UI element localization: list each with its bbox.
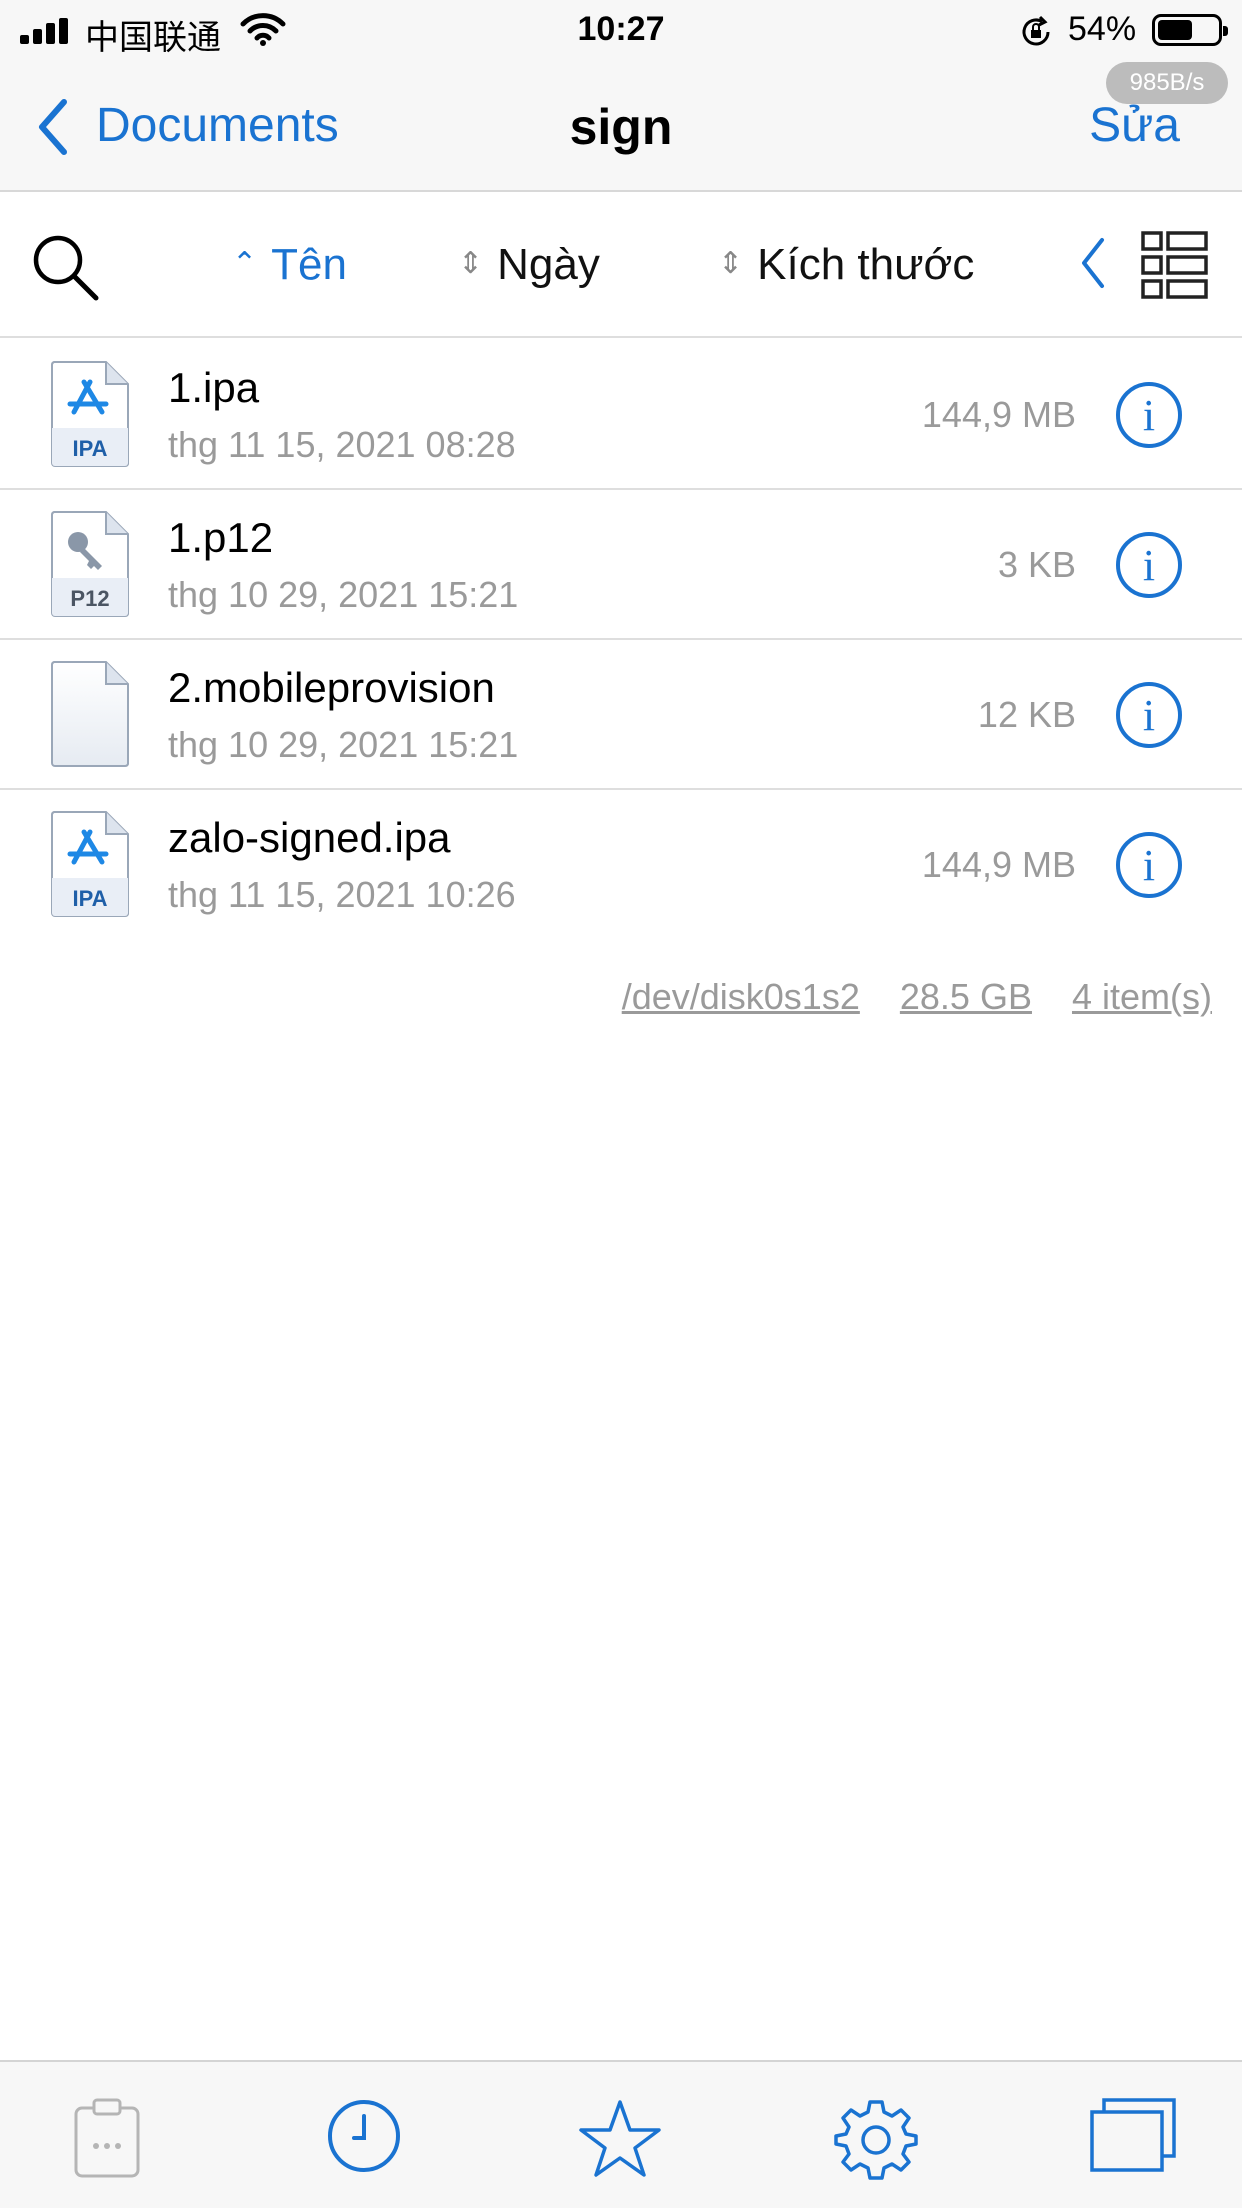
file-date: thg 11 15, 2021 08:28 xyxy=(168,424,516,465)
sort-date-label: Ngày xyxy=(497,240,600,289)
item-count-link[interactable]: 4 item(s) xyxy=(1072,976,1212,1017)
disk-path-link[interactable]: /dev/disk0s1s2 xyxy=(622,976,860,1017)
battery-icon xyxy=(1152,14,1228,46)
file-size: 12 KB xyxy=(977,694,1076,735)
windows-icon[interactable] xyxy=(1090,2098,1176,2172)
sort-unsorted-icon: ⇕ xyxy=(718,247,744,280)
clipboard-icon[interactable] xyxy=(72,2098,142,2180)
status-time: 10:27 xyxy=(577,10,665,48)
search-icon[interactable] xyxy=(30,232,102,304)
ipa-file-icon: IPA xyxy=(51,361,129,467)
file-row[interactable]: 2.mobileprovision thg 10 29, 2021 15:21 … xyxy=(0,640,1242,790)
sort-by-size-button[interactable]: ⇕ Kích thước xyxy=(718,240,974,290)
svg-text:i: i xyxy=(1143,841,1155,890)
settings-gear-icon[interactable] xyxy=(834,2098,918,2182)
svg-text:i: i xyxy=(1143,541,1155,590)
list-layout-icon[interactable] xyxy=(1140,230,1210,300)
status-bar: 中国联通 10:27 54% 985B/s xyxy=(0,0,1242,104)
info-icon[interactable]: i xyxy=(1114,680,1184,750)
info-icon[interactable]: i xyxy=(1114,530,1184,600)
svg-text:i: i xyxy=(1143,391,1155,440)
file-date: thg 11 15, 2021 10:26 xyxy=(168,874,516,915)
top-bar: 中国联通 10:27 54% 985B/s Documents sign Sửa xyxy=(0,0,1242,192)
file-date: thg 10 29, 2021 15:21 xyxy=(168,724,519,765)
sort-size-label: Kích thước xyxy=(757,240,975,289)
file-list: IPA 1.ipa thg 11 15, 2021 08:28 144,9 MB… xyxy=(0,340,1242,940)
svg-text:P12: P12 xyxy=(70,586,109,611)
sort-ascending-icon: ⌃ xyxy=(232,247,258,280)
file-size: 144,9 MB xyxy=(921,844,1076,885)
file-row[interactable]: IPA zalo-signed.ipa thg 11 15, 2021 10:2… xyxy=(0,790,1242,940)
sort-name-label: Tên xyxy=(271,240,347,289)
file-size: 3 KB xyxy=(997,544,1076,585)
file-name: zalo-signed.ipa xyxy=(168,814,451,861)
file-row[interactable]: P12 1.p12 thg 10 29, 2021 15:21 3 KB i xyxy=(0,490,1242,640)
file-name: 2.mobileprovision xyxy=(168,664,495,711)
file-date: thg 10 29, 2021 15:21 xyxy=(168,574,519,615)
file-size: 144,9 MB xyxy=(921,394,1076,435)
storage-stats: /dev/disk0s1s2 28.5 GB 4 item(s) xyxy=(592,976,1212,1018)
p12-file-icon: P12 xyxy=(51,511,129,617)
file-row[interactable]: IPA 1.ipa thg 11 15, 2021 08:28 144,9 MB… xyxy=(0,340,1242,490)
collapse-chevron-icon[interactable] xyxy=(1078,236,1108,290)
svg-text:i: i xyxy=(1143,691,1155,740)
page-title: sign xyxy=(569,99,673,155)
battery-percent: 54% xyxy=(1068,10,1137,48)
sort-toolbar: ⌃ Tên ⇕ Ngày ⇕ Kích thước xyxy=(0,194,1242,338)
bottom-tab-bar xyxy=(0,2060,1242,2208)
info-icon[interactable]: i xyxy=(1114,380,1184,450)
rotation-lock-icon xyxy=(1022,15,1050,46)
ipa-file-icon: IPA xyxy=(51,811,129,917)
free-space-link[interactable]: 28.5 GB xyxy=(900,976,1032,1017)
edit-button[interactable]: Sửa xyxy=(1089,98,1180,153)
svg-text:IPA: IPA xyxy=(72,436,107,461)
favorites-star-icon[interactable] xyxy=(578,2098,662,2178)
sort-by-name-button[interactable]: ⌃ Tên xyxy=(232,240,347,290)
sort-unsorted-icon: ⇕ xyxy=(458,247,484,280)
blank-file-icon xyxy=(51,661,129,767)
file-name: 1.ipa xyxy=(168,364,260,411)
svg-text:IPA: IPA xyxy=(72,886,107,911)
sort-by-date-button[interactable]: ⇕ Ngày xyxy=(458,240,600,290)
file-name: 1.p12 xyxy=(168,514,274,561)
info-icon[interactable]: i xyxy=(1114,830,1184,900)
history-clock-icon[interactable] xyxy=(326,2098,402,2174)
